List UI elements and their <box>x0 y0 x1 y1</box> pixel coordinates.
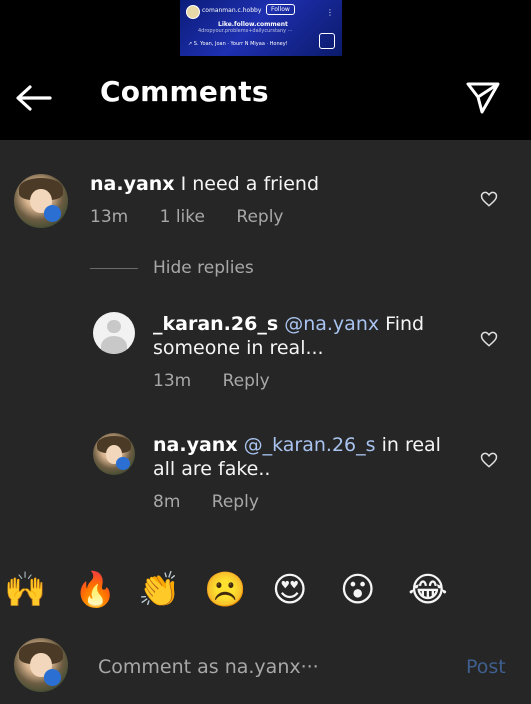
comment-time: 13m <box>90 207 129 227</box>
post-button[interactable]: Post <box>466 656 506 678</box>
comment-composer: Post <box>0 630 531 704</box>
arrow-left-icon <box>16 85 52 111</box>
hide-replies-button[interactable]: Hide replies <box>153 258 254 278</box>
reply-text: _karan.26_s @na.yanx Find someone in rea… <box>153 312 453 360</box>
comment-likes[interactable]: 1 like <box>160 207 205 227</box>
reply-meta: 8m Reply <box>153 492 259 512</box>
avatar[interactable] <box>14 174 68 228</box>
reply-button[interactable]: Reply <box>236 207 283 227</box>
avatar[interactable] <box>93 312 135 354</box>
more-options-icon: ⋮ <box>326 8 334 17</box>
comment-username[interactable]: na.yanx <box>90 173 175 195</box>
surprised-face-emoji[interactable]: 😮 <box>340 570 375 610</box>
fire-emoji[interactable]: 🔥 <box>74 570 116 610</box>
comments-header: Comments <box>0 57 531 140</box>
page-title: Comments <box>100 75 269 108</box>
thumbnail-avatar <box>186 5 200 19</box>
reply-time: 8m <box>153 492 181 512</box>
camera-icon <box>319 33 335 49</box>
reply-mention[interactable]: @_karan.26_s <box>244 434 376 456</box>
heart-outline-icon[interactable] <box>479 189 499 209</box>
comment-body: I need a friend <box>180 173 320 195</box>
thumbnail-follow-button: Follow <box>266 4 295 15</box>
comment-meta: 13m 1 like Reply <box>90 207 283 227</box>
reply-text: na.yanx @_karan.26_s in real all are fak… <box>153 433 468 481</box>
raising-hands-emoji[interactable]: 🙌 <box>4 570 46 610</box>
reply-button[interactable]: Reply <box>223 371 270 391</box>
paper-plane-icon <box>466 82 500 114</box>
heart-outline-icon[interactable] <box>479 450 499 470</box>
reply-button[interactable]: Reply <box>212 492 259 512</box>
thumbnail-subtitle: 4dropyour.problems+dailycurstany ··· <box>198 28 293 34</box>
emoji-quick-bar: 🙌 🔥 👏 ☹️ 😍 😮 😂 <box>0 570 531 620</box>
reply-username[interactable]: na.yanx <box>153 434 238 456</box>
comment-input[interactable] <box>98 654 438 680</box>
avatar <box>14 638 68 692</box>
back-button[interactable] <box>14 83 54 113</box>
divider <box>90 268 138 269</box>
heart-outline-icon[interactable] <box>479 329 499 349</box>
avatar[interactable] <box>93 433 135 475</box>
reel-thumbnail[interactable]: comanman.c.hobby Follow ⋮ Like.follow.co… <box>180 0 342 56</box>
thumbnail-title: Like.follow.comment <box>218 21 288 28</box>
clapping-hands-emoji[interactable]: 👏 <box>138 570 180 610</box>
reply-time: 13m <box>153 371 192 391</box>
reply-username[interactable]: _karan.26_s <box>153 313 278 335</box>
reel-thumbnail-strip: comanman.c.hobby Follow ⋮ Like.follow.co… <box>0 0 531 57</box>
thumbnail-names: ↗ S. Yoan, Joan · Yourr N Miyaa · Honey! <box>188 41 288 47</box>
laughing-face-emoji[interactable]: 😂 <box>408 570 448 610</box>
heart-eyes-emoji[interactable]: 😍 <box>272 570 307 610</box>
reply-mention[interactable]: @na.yanx <box>284 313 379 335</box>
frowning-face-emoji[interactable]: ☹️ <box>204 570 246 610</box>
thumbnail-username: comanman.c.hobby <box>202 7 262 14</box>
share-button[interactable] <box>464 79 502 117</box>
comment-text: na.yanx I need a friend <box>90 172 450 196</box>
reply-meta: 13m Reply <box>153 371 270 391</box>
